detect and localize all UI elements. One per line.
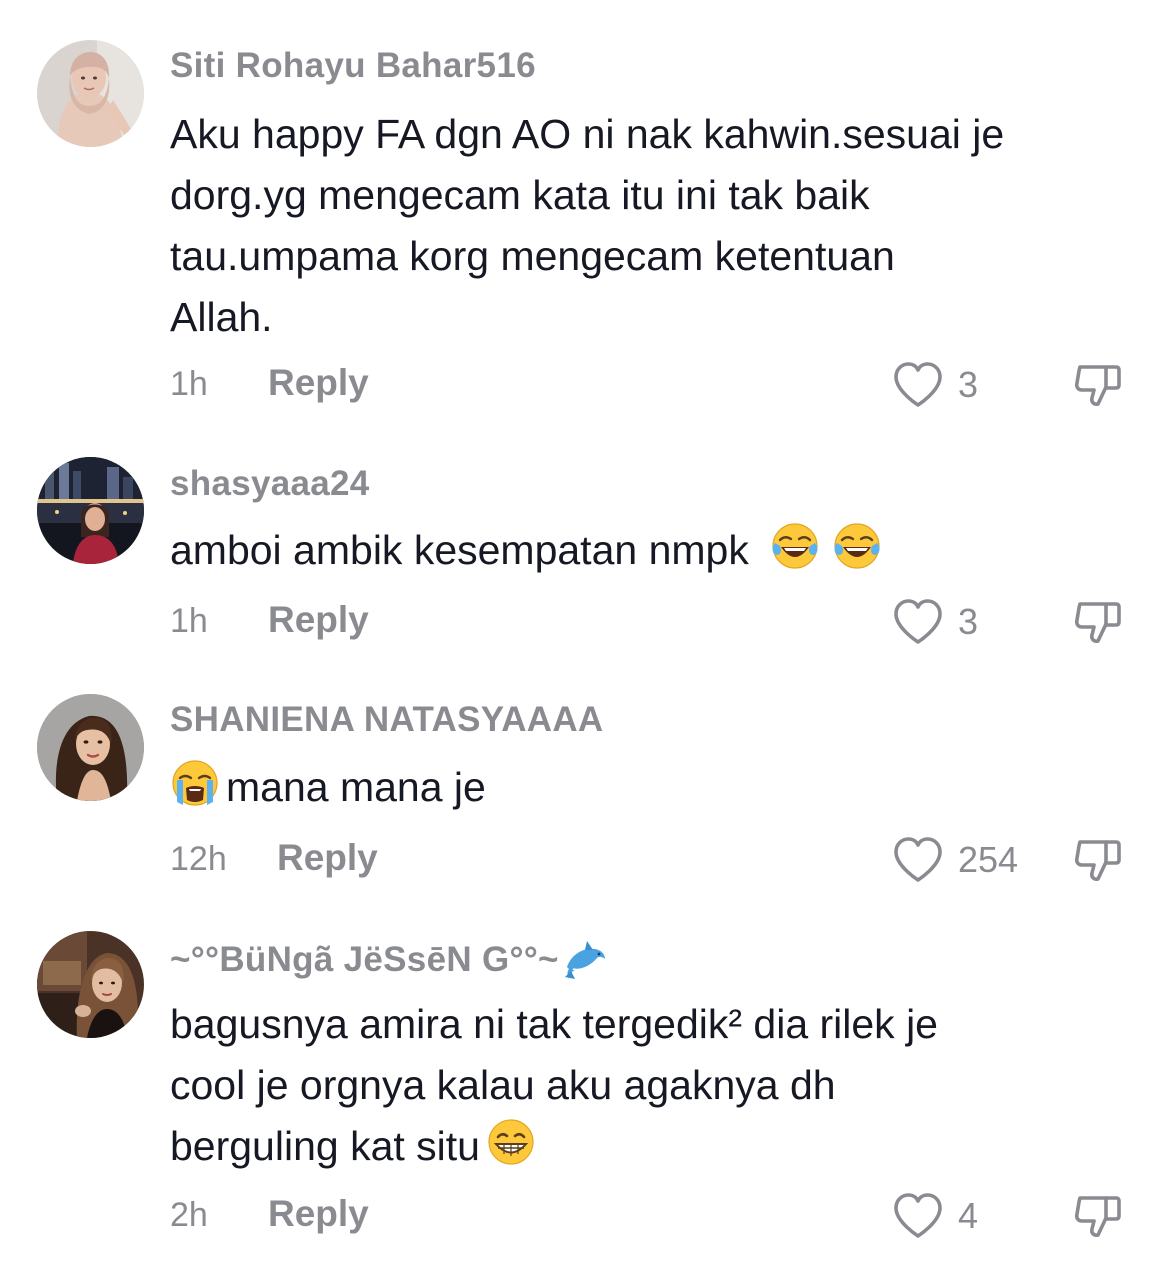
avatar[interactable] bbox=[37, 457, 144, 564]
thumbs-down-icon[interactable] bbox=[1072, 834, 1124, 886]
like-count: 4 bbox=[958, 1195, 979, 1236]
dolphin-icon bbox=[563, 937, 609, 983]
loudly-crying-face-icon bbox=[170, 758, 220, 808]
heart-icon[interactable] bbox=[892, 598, 944, 646]
face-with-tears-of-joy-icon bbox=[832, 521, 882, 571]
reply-button[interactable]: Reply bbox=[268, 362, 369, 404]
face-with-tears-of-joy-icon bbox=[770, 521, 820, 571]
comment-text-line: Aku happy FA dgn AO ni nak kahwin.sesuai… bbox=[170, 111, 1005, 157]
avatar-hijab-woman-icon bbox=[37, 40, 144, 147]
avatar-woman-portrait-icon bbox=[37, 694, 144, 801]
reply-button[interactable]: Reply bbox=[268, 599, 369, 641]
like-count: 3 bbox=[958, 601, 979, 642]
thumbs-down-icon[interactable] bbox=[1072, 596, 1124, 648]
username[interactable]: Siti Rohayu Bahar516 bbox=[170, 46, 536, 86]
comment-text-line: dorg.yg mengecam kata itu ini tak baik bbox=[170, 172, 870, 218]
comment-timestamp: 1h bbox=[170, 602, 208, 640]
comment-text-line: tau.umpama korg mengecam ketentuan bbox=[170, 233, 895, 279]
comment-text: mana mana je bbox=[170, 757, 1145, 818]
comment-text-line: mana mana je bbox=[226, 764, 486, 810]
comment-text: bagusnya amira ni tak tergedik² dia rile… bbox=[170, 994, 1145, 1177]
comment-timestamp: 12h bbox=[170, 840, 227, 878]
thumbs-down-icon[interactable] bbox=[1072, 1190, 1124, 1242]
comment-text-line: berguling kat situ bbox=[170, 1116, 1145, 1177]
reply-button[interactable]: Reply bbox=[268, 1193, 369, 1235]
comment-text-line: amboi ambik kesempatan nmpk bbox=[170, 527, 749, 573]
comment-timestamp: 2h bbox=[170, 1196, 208, 1234]
avatar-woman-indoor-icon bbox=[37, 931, 144, 1038]
like-count: 254 bbox=[958, 839, 1019, 880]
avatar[interactable] bbox=[37, 931, 144, 1038]
grinning-face-icon bbox=[486, 1117, 536, 1167]
heart-icon[interactable] bbox=[892, 361, 944, 409]
comment-text-line: bagusnya amira ni tak tergedik² dia rile… bbox=[170, 1001, 938, 1047]
comment-timestamp: 1h bbox=[170, 365, 208, 403]
username[interactable]: SHANIENA NATASYAAAA bbox=[170, 700, 604, 740]
comment-text: Aku happy FA dgn AO ni nak kahwin.sesuai… bbox=[170, 104, 1145, 348]
heart-icon[interactable] bbox=[892, 836, 944, 884]
comment-text-line: Allah. bbox=[170, 294, 273, 340]
comment-text-fragment: berguling kat situ bbox=[170, 1123, 480, 1169]
username-text: ~°°BüNgã JëSsēN G°°~ bbox=[170, 940, 559, 979]
comment-text: amboi ambik kesempatan nmpk bbox=[170, 520, 1145, 581]
avatar-city-night-icon bbox=[37, 457, 144, 564]
username[interactable]: ~°°BüNgã JëSsēN G°°~ bbox=[170, 937, 609, 983]
like-count: 3 bbox=[958, 364, 979, 405]
username[interactable]: shasyaaa24 bbox=[170, 464, 370, 504]
avatar[interactable] bbox=[37, 694, 144, 801]
reply-button[interactable]: Reply bbox=[277, 837, 378, 879]
comment-text-line: cool je orgnya kalau aku agaknya dh bbox=[170, 1062, 836, 1108]
thumbs-down-icon[interactable] bbox=[1072, 359, 1124, 411]
heart-icon[interactable] bbox=[892, 1192, 944, 1240]
avatar[interactable] bbox=[37, 40, 144, 147]
